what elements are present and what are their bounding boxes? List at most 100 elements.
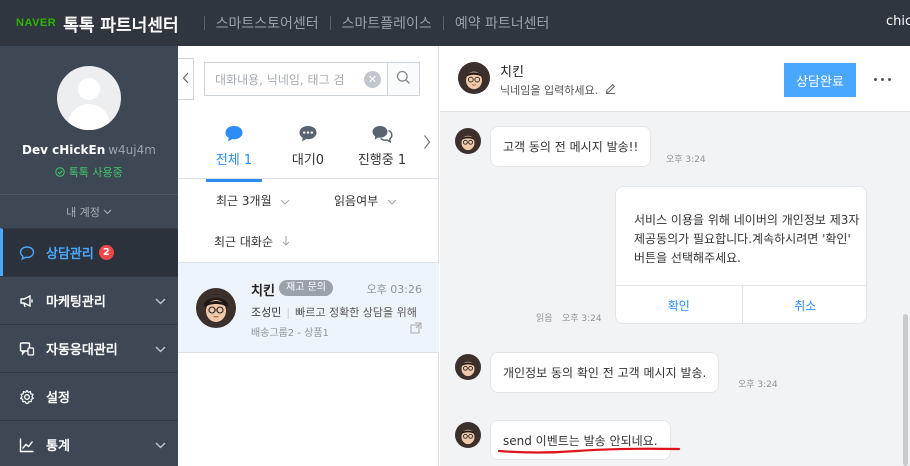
conversation-list-panel: 대화내용, 닉네임, 태그 검 ✕ 전체 1 대기0 진행중 1 최근 3개월 … [178,46,439,466]
filter-label: 최근 3개월 [216,194,272,208]
avatar[interactable] [57,66,121,130]
chat-bubble-icon [18,244,36,262]
read-status: 읽음 [536,314,553,324]
sidebar-item-label: 상담관리 [46,247,94,262]
more-options-button[interactable] [870,70,894,88]
status-label: 톡톡 사용중 [68,166,123,179]
red-underline-annotation [497,447,681,454]
filter-read-dropdown[interactable]: 읽음여부 [334,192,397,209]
inquiry-tag: 재고 문의 [279,280,333,296]
chevron-down-icon [387,194,397,208]
message-bubble: 개인정보 동의 확인 전 고객 메시지 발송. [490,352,720,393]
filter-period-dropdown[interactable]: 최근 3개월 [216,192,290,209]
nav-link-reservation[interactable]: 예약 파트너센터 [455,13,550,33]
message-bubble: 고객 동의 전 메시지 발송!! [490,126,652,167]
sidebar-item-stats[interactable]: 통계 [0,420,178,466]
avatar-head-shape [78,78,100,100]
conversation-time: 오후 03:26 [366,283,422,296]
tab-all[interactable]: 전체 1 [196,116,272,182]
search-button[interactable] [387,63,419,95]
customer-avatar [458,62,490,94]
nav-divider [329,16,331,30]
nickname-edit[interactable]: 닉네임을 입력하세요. [500,82,616,98]
external-link-icon[interactable] [410,322,422,337]
chat-multi-icon [344,121,420,143]
gear-icon [18,388,36,406]
search-input[interactable]: 대화내용, 닉네임, 태그 검 [205,71,364,88]
arrow-down-icon [282,235,290,249]
filter-label: 읽음여부 [334,194,379,208]
chat-bubble-blue-icon [196,121,272,143]
profile: Dev cHickEn w4uj4m 톡톡 사용중 [0,46,178,194]
pencil-icon [605,83,616,97]
profile-display-name: Dev cHickEn [22,143,106,157]
user-name[interactable]: chic [886,14,910,29]
nickname-prompt: 닉네임을 입력하세요. [500,84,599,97]
auto-reply-icon [18,340,36,358]
chevron-down-icon [155,294,166,309]
megaphone-icon [18,292,36,310]
agent-name: 조성민 [251,306,282,319]
profile-id: w4uj4m [108,143,156,157]
search-icon [396,70,411,88]
chat-panel: 치킨 닉네임을 입력하세요. 상담완료 고객 동의 전 메시지 발송!! 오후 … [440,46,910,466]
dot-icon [887,77,891,81]
complete-consult-button[interactable]: 상담완료 [784,63,856,97]
cancel-button[interactable]: 취소 [741,286,867,323]
consent-line: 서비스 이용을 위해 네이버의 개인정보 제3자 [634,213,860,227]
brand-title[interactable]: 톡톡 파트너센터 [63,11,178,36]
chevron-down-icon [103,205,112,218]
tab-label: 전체 1 [215,153,253,168]
account-label: 내 계정 [66,205,100,219]
message-text: 개인정보 동의 확인 전 고객 메시지 발송. [503,366,707,380]
conversation-preview: 조성민 | 빠르고 정확한 상담을 위해 [251,304,426,320]
nav-link-smartplace[interactable]: 스마트플레이스 [342,13,432,33]
message-avatar [455,128,481,154]
clear-search-button[interactable]: ✕ [364,70,381,88]
chart-line-icon [18,436,36,454]
message-avatar [455,422,481,448]
sidebar-item-consult[interactable]: 상담관리 2 [0,228,178,276]
sidebar-item-label: 자동응대관리 [46,343,118,358]
sidebar-item-label: 마케팅관리 [46,295,106,310]
preview-divider: | [286,306,291,319]
consent-line: 버튼을 선택해주세요. [634,251,741,265]
conversation-name: 치킨 [251,284,275,299]
customer-avatar [196,288,236,328]
sort-dropdown[interactable]: 최근 대화순 [214,233,290,250]
sidebar-item-settings[interactable]: 설정 [0,372,178,420]
conversation-meta: 배송그룹2 - 상품1 [251,328,329,339]
tab-waiting[interactable]: 대기0 [270,116,346,168]
consent-text: 서비스 이용을 위해 네이버의 개인정보 제3자 제공동의가 필요합니다.계속하… [634,211,862,268]
tab-in-progress[interactable]: 진행중 1 [344,116,420,168]
consent-line: 제공동의가 필요합니다.계속하시려면 '확인' [634,232,851,246]
sidebar-item-auto-reply[interactable]: 자동응대관리 [0,324,178,372]
consent-card: 서비스 이용을 위해 네이버의 개인정보 제3자 제공동의가 필요합니다.계속하… [615,186,867,324]
chat-dots-icon [270,121,346,143]
message-text: 고객 동의 전 메시지 발송!! [503,140,639,154]
naver-logo[interactable]: NAVER [16,17,56,29]
tab-label: 대기0 [291,153,325,168]
chat-header: 치킨 닉네임을 입력하세요. 상담완료 [440,46,910,112]
nav-link-smartstore[interactable]: 스마트스토어센터 [216,13,319,33]
filter-area: 최근 3개월 읽음여부 최근 대화순 [178,179,439,263]
dot-icon [873,77,877,81]
tab-label: 진행중 1 [357,153,407,168]
sidebar-item-marketing[interactable]: 마케팅관리 [0,276,178,324]
status-tabs: 전체 1 대기0 진행중 1 [178,116,439,182]
preview-text: 빠르고 정확한 상담을 위해 [295,306,417,319]
profile-name: Dev cHickEn w4uj4m [0,143,178,157]
sidebar-item-label: 통계 [46,439,70,454]
collapse-panel-button[interactable] [178,58,194,100]
profile-status: 톡톡 사용중 [0,164,178,180]
chat-scrollbar[interactable] [903,314,908,466]
account-toggle[interactable]: 내 계정 [0,194,178,228]
chevron-right-icon[interactable] [423,134,431,153]
notification-badge: 2 [98,245,114,260]
chevron-down-icon [155,342,166,357]
dot-icon [880,77,884,81]
chevron-left-icon [182,72,189,87]
nav-divider [442,16,444,30]
conversation-item[interactable]: 치킨 재고 문의 오후 03:26 조성민 | 빠르고 정확한 상담을 위해 배송그… [178,263,439,353]
confirm-button[interactable]: 확인 [616,286,742,323]
